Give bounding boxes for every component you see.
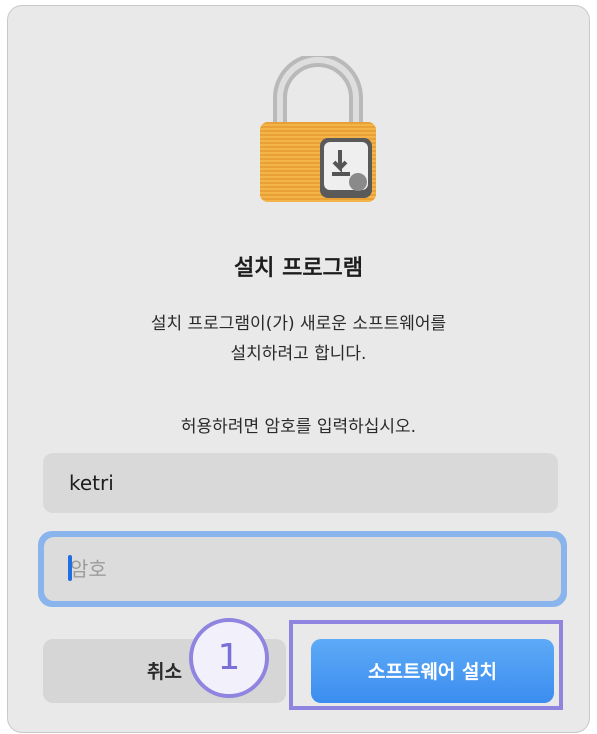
step-number-marker: 1 (189, 618, 269, 698)
password-focus-ring (38, 531, 567, 607)
dialog-message-line-1: 설치 프로그램이(가) 새로운 소프트웨어를 (150, 314, 447, 334)
text-cursor (68, 555, 72, 581)
install-software-button[interactable]: 소프트웨어 설치 (311, 639, 554, 703)
dialog-title: 설치 프로그램 (233, 256, 364, 281)
dialog-message: 설치 프로그램이(가) 새로운 소프트웨어를 설치하려고 합니다. (48, 309, 549, 369)
username-field[interactable]: ketri (43, 453, 558, 513)
installer-auth-dialog: 설치 프로그램 설치 프로그램이(가) 새로운 소프트웨어를 설치하려고 합니다… (8, 6, 589, 732)
password-prompt: 허용하려면 암호를 입력하십시오. (180, 417, 417, 437)
installer-lock-icon (260, 56, 376, 202)
password-field[interactable] (44, 537, 561, 601)
dialog-message-line-2: 설치하려고 합니다. (230, 344, 367, 364)
